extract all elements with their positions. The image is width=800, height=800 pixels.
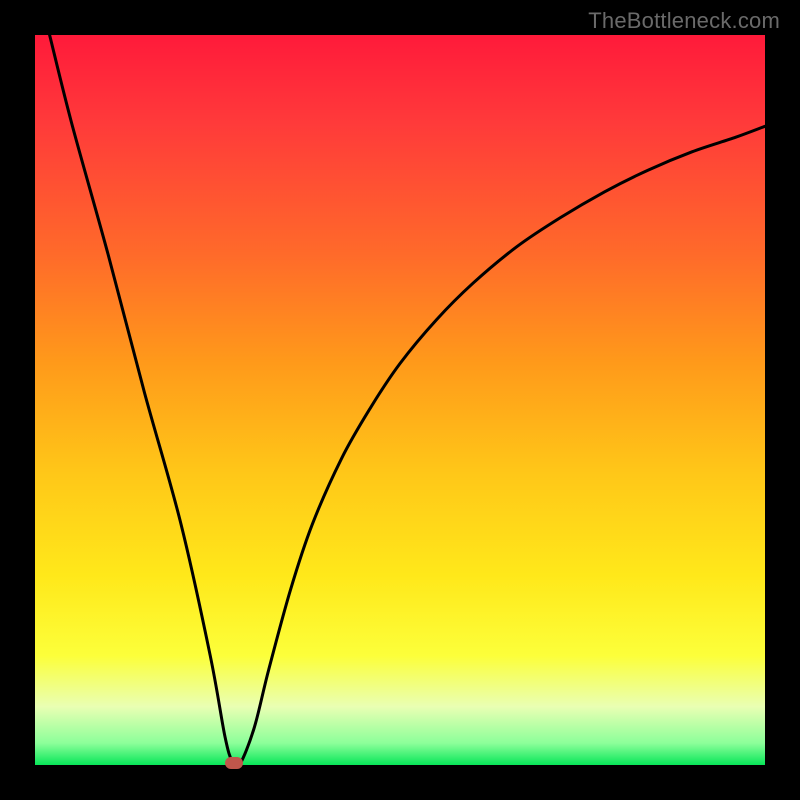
bottleneck-curve-path	[50, 35, 765, 768]
curve-svg	[35, 35, 765, 765]
watermark-text: TheBottleneck.com	[588, 8, 780, 34]
plot-area	[35, 35, 765, 765]
chart-frame: TheBottleneck.com	[0, 0, 800, 800]
min-marker	[225, 757, 243, 769]
